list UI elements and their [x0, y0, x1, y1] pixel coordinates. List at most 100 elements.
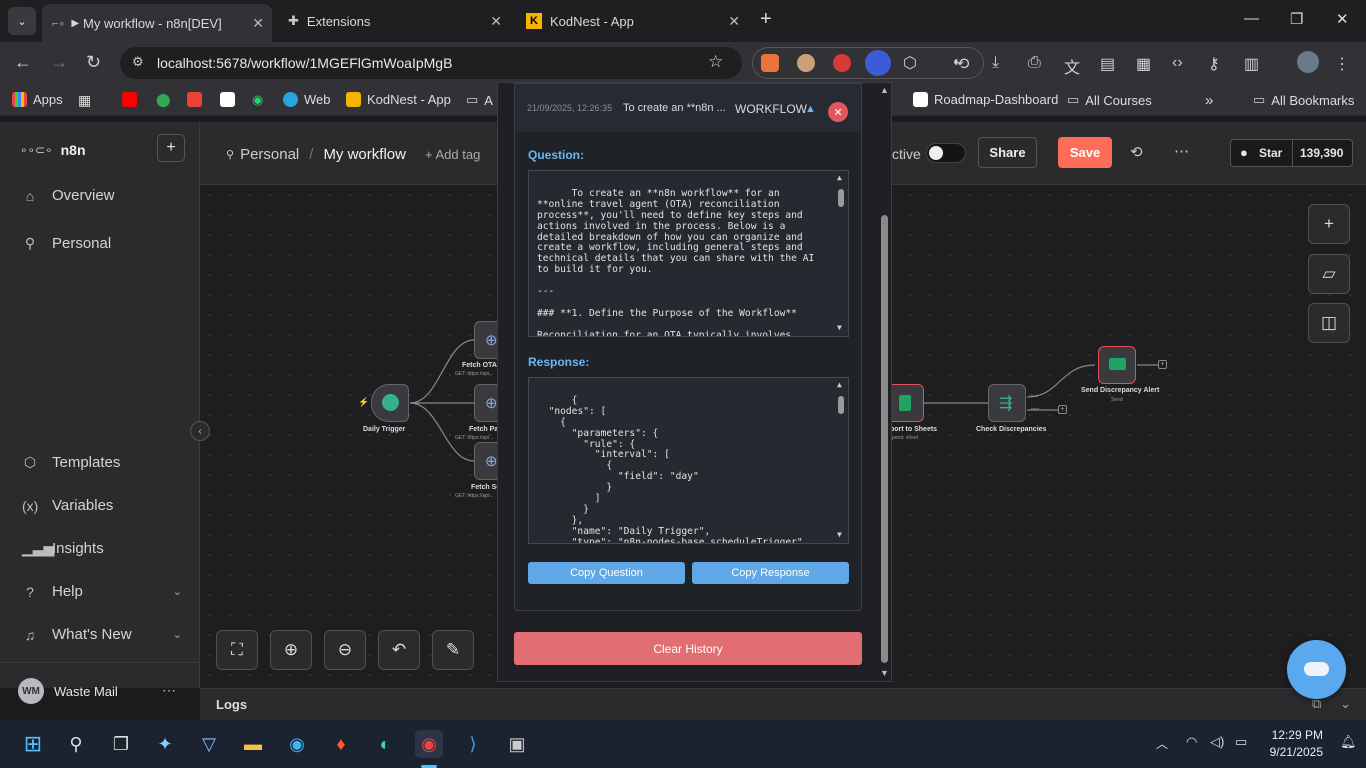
maps-icon[interactable]: ⬤	[156, 92, 171, 108]
start-icon[interactable]: ⊞	[19, 730, 47, 758]
bookmark-kodnest[interactable]: KodNest - App	[346, 92, 451, 107]
scroll-up-icon[interactable]: ▲	[837, 173, 842, 184]
scrollbar-thumb[interactable]	[838, 189, 844, 207]
close-tab-icon[interactable]: ✕	[490, 13, 502, 30]
node-check-discrepancies[interactable]: ⇶	[988, 384, 1026, 422]
response-textarea[interactable]: { "nodes": [ { "parameters": { "rule": {…	[528, 377, 849, 544]
gmail-icon[interactable]	[187, 92, 202, 107]
tidy-up-icon[interactable]: ✎	[432, 630, 474, 670]
tab-search-icon[interactable]: ⌄	[8, 7, 36, 35]
app-icon[interactable]: ◐	[371, 730, 399, 758]
sidepanel-icon[interactable]: ▦	[1136, 54, 1151, 74]
scrollbar[interactable]: ▲ ▼	[836, 380, 846, 541]
proton-vpn-icon[interactable]: ▽	[195, 730, 223, 758]
extension-3-icon[interactable]	[833, 54, 851, 72]
fit-view-icon[interactable]: ⛶	[216, 630, 258, 670]
restore-icon[interactable]: ❐	[1290, 10, 1303, 28]
panel-scrollbar[interactable]: ▲ ▼	[879, 83, 891, 681]
clear-history-button[interactable]: Clear History	[514, 632, 862, 665]
scrollbar-thumb[interactable]	[881, 215, 888, 663]
terminal-icon[interactable]: ▣	[503, 730, 531, 758]
add-node-icon[interactable]: +	[1058, 405, 1067, 414]
close-tab-icon[interactable]: ✕	[728, 13, 740, 30]
scroll-down-icon[interactable]: ▼	[837, 323, 842, 334]
download-icon[interactable]: ⤓	[992, 54, 999, 72]
chat-bubble-button[interactable]	[1287, 640, 1346, 699]
extension-4-icon[interactable]	[865, 50, 891, 76]
add-node-icon[interactable]: +	[1158, 360, 1167, 369]
add-tag-button[interactable]: + Add tag	[425, 147, 480, 162]
file-explorer-icon[interactable]: ▬	[239, 730, 267, 758]
node-send-discrepancy-alert[interactable]	[1098, 346, 1136, 384]
extension-1-icon[interactable]	[761, 54, 779, 72]
sidebar-item-templates[interactable]: ⬡ Templates	[22, 454, 121, 471]
bookmark-web[interactable]: Web	[283, 92, 331, 107]
sidebar-item-personal[interactable]: ⚲ Personal	[22, 235, 111, 252]
minimize-icon[interactable]: —	[1244, 10, 1259, 27]
copy-question-button[interactable]: Copy Question	[528, 562, 685, 584]
sidebar-item-help[interactable]: ? Help ⌄	[22, 583, 182, 600]
active-toggle[interactable]	[926, 143, 966, 163]
tab-my-workflow[interactable]: ⌐∘ ▶ My workflow - n8n[DEV] ✕	[42, 4, 272, 42]
bookmark-apps[interactable]: Apps	[12, 92, 63, 107]
notification-bell-icon[interactable]: 🔔︎	[1340, 734, 1357, 750]
devtools-icon[interactable]: ‹›	[1172, 54, 1183, 72]
breadcrumb[interactable]: ⚲ Personal / My workflow	[226, 146, 406, 163]
undo-icon[interactable]: ↶	[378, 630, 420, 670]
bookmark-all-bookmarks[interactable]: ▭ All Bookmarks	[1253, 92, 1354, 108]
add-node-button[interactable]: +	[1308, 204, 1350, 244]
clock-date[interactable]: 9/21/2025	[1268, 745, 1323, 759]
more-options-icon[interactable]: ⋯	[1174, 142, 1189, 160]
create-button[interactable]: +	[157, 134, 185, 162]
back-icon[interactable]: ←	[14, 52, 32, 73]
save-button[interactable]: Save	[1058, 137, 1112, 168]
breadcrumb-project[interactable]: Personal	[240, 146, 299, 163]
bookmark-star-icon[interactable]: ☆	[708, 52, 723, 72]
vscode-icon[interactable]: ⟩	[459, 730, 487, 758]
whatsapp-icon[interactable]: ◉	[252, 92, 263, 108]
tab-kodnest[interactable]: K KodNest - App ✕	[516, 6, 748, 36]
brave-icon[interactable]: ♦	[327, 730, 355, 758]
scroll-up-icon[interactable]: ▲	[880, 85, 889, 95]
wifi-icon[interactable]: ◠	[1186, 734, 1197, 750]
scroll-down-icon[interactable]: ▼	[837, 530, 842, 541]
translate-icon[interactable]: 文	[1064, 54, 1080, 78]
close-tab-icon[interactable]: ✕	[252, 15, 264, 32]
close-window-icon[interactable]: ✕	[1336, 10, 1349, 28]
print-icon[interactable]: ⎙	[1028, 54, 1041, 72]
search-icon[interactable]: ⚲	[62, 730, 90, 758]
forward-icon[interactable]: →	[50, 52, 68, 73]
share-button[interactable]: Share	[978, 137, 1037, 168]
user-menu-icon[interactable]: ⋯	[162, 682, 176, 699]
more-bookmarks-button[interactable]: »	[1205, 92, 1213, 109]
profile-avatar[interactable]	[1297, 51, 1319, 73]
tradingview-icon[interactable]	[220, 92, 235, 107]
clock-time[interactable]: 12:29 PM	[1268, 728, 1323, 742]
sidebar-item-variables[interactable]: (x) Variables	[22, 497, 113, 514]
collapse-sidebar-icon[interactable]: ‹	[190, 421, 210, 441]
bookmark-all-courses[interactable]: ▭ All Courses	[1067, 92, 1152, 108]
extension-2-icon[interactable]	[797, 54, 815, 72]
scroll-down-icon[interactable]: ▼	[880, 668, 889, 678]
sidebar-item-overview[interactable]: ⌂ Overview	[22, 187, 115, 204]
new-tab-button[interactable]: +	[760, 8, 772, 31]
bookmark-roadmap[interactable]: Roadmap-Dashboard	[913, 92, 1058, 107]
history-icon[interactable]: ⟲	[956, 54, 969, 74]
question-textarea[interactable]: To create an **n8n workflow** for an **o…	[528, 170, 849, 337]
scroll-up-icon[interactable]: ▲	[837, 380, 842, 391]
sticky-note-icon[interactable]: ▱	[1308, 254, 1350, 294]
history-entry-header[interactable]: 21/09/2025, 12:26:35 To create an **n8n …	[515, 84, 861, 132]
panel-toggle-icon[interactable]: ◫	[1308, 303, 1350, 343]
grid-icon[interactable]: ▦	[78, 92, 91, 109]
chrome-icon[interactable]: ◉	[415, 730, 443, 758]
chevron-down-icon[interactable]: ⌄	[1340, 696, 1351, 712]
sidebar-item-insights[interactable]: ▁▃▅ Insights	[22, 540, 104, 557]
n8n-logo[interactable]: ∘∘⊂∘ n8n	[20, 142, 86, 158]
scrollbar[interactable]: ▲ ▼	[836, 173, 846, 334]
collapse-arrow-icon[interactable]: ▲	[805, 103, 816, 115]
tab-extensions[interactable]: ✚ Extensions ✕	[278, 6, 510, 36]
github-star-widget[interactable]: ● Star 139,390	[1230, 139, 1353, 167]
site-info-icon[interactable]: ⚙	[132, 54, 144, 70]
copilot-icon[interactable]: ✦	[151, 730, 179, 758]
reload-icon[interactable]: ↻	[86, 52, 101, 73]
